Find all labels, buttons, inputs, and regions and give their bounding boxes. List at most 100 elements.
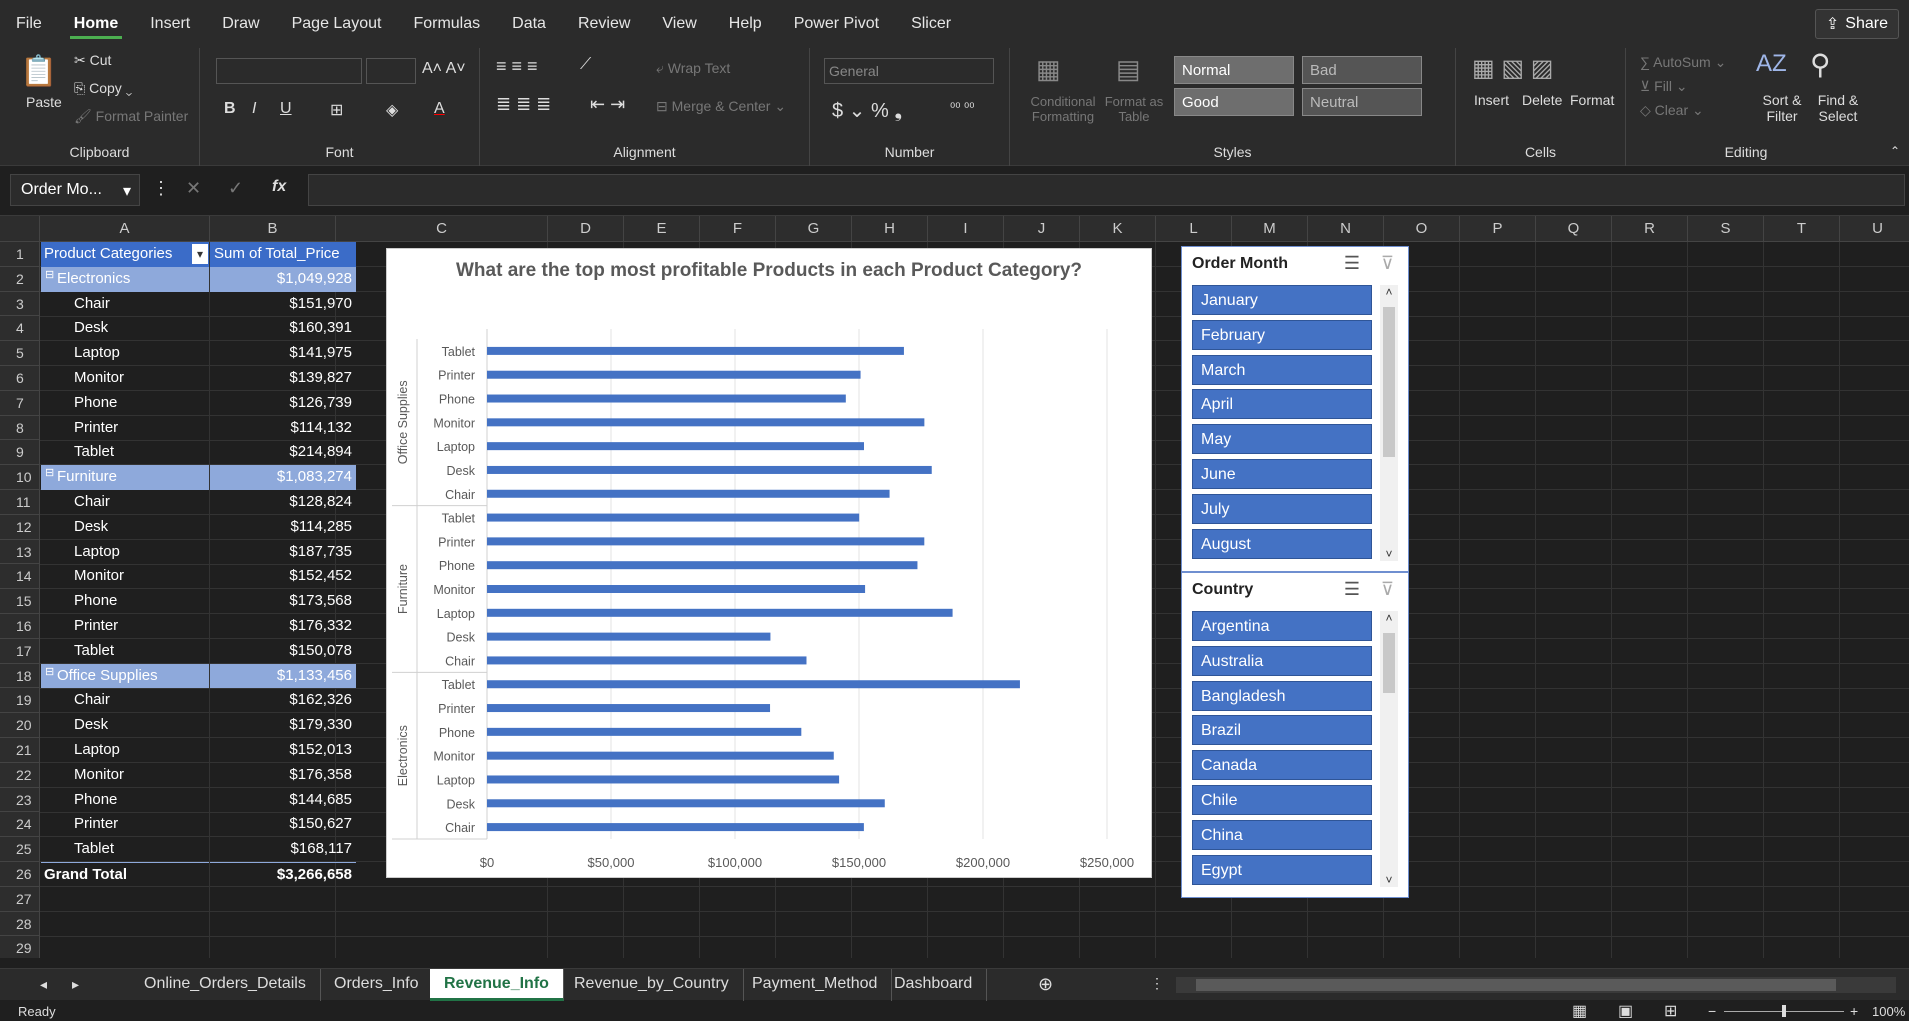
row-header[interactable]: 3 (0, 291, 40, 317)
column-header[interactable]: Q (1536, 216, 1612, 242)
pivot-item-value[interactable]: $150,078 (210, 639, 356, 664)
pivot-item-label[interactable]: Laptop (41, 540, 209, 565)
zoom-slider[interactable] (1724, 1005, 1844, 1017)
column-header[interactable]: O (1384, 216, 1460, 242)
bar-chart[interactable]: What are the top most profitable Product… (386, 248, 1152, 878)
pivot-item-value[interactable]: $168,117 (210, 837, 356, 862)
sheet-tab[interactable]: Payment_Method (738, 969, 893, 1001)
scroll-thumb[interactable] (1196, 979, 1836, 991)
row-header[interactable]: 9 (0, 440, 40, 466)
row-header[interactable]: 19 (0, 688, 40, 714)
style-bad[interactable]: Bad (1302, 56, 1422, 84)
slicer-scrollbar[interactable]: ˄ ˅ (1380, 611, 1398, 887)
pivot-header-categories[interactable]: Product Categories (41, 242, 209, 267)
row-header[interactable]: 2 (0, 266, 40, 292)
slicer-item[interactable]: April (1192, 389, 1372, 420)
row-header[interactable]: 15 (0, 589, 40, 614)
style-neutral[interactable]: Neutral (1302, 88, 1422, 116)
row-header[interactable]: 17 (0, 638, 40, 664)
row-header[interactable]: 5 (0, 341, 40, 366)
grand-total-value[interactable]: $3,266,658 (210, 862, 356, 887)
column-header[interactable]: F (700, 216, 776, 242)
sort-filter-button[interactable]: Sort & Filter (1754, 92, 1810, 124)
pivot-item-label[interactable]: Desk (41, 713, 209, 738)
column-header[interactable]: A (40, 216, 210, 242)
pivot-item-value[interactable]: $214,894 (210, 440, 356, 465)
column-header[interactable]: L (1156, 216, 1232, 242)
borders-icon[interactable]: ⊞ (330, 100, 343, 120)
column-header[interactable]: G (776, 216, 852, 242)
column-header[interactable]: E (624, 216, 700, 242)
pivot-item-label[interactable]: Tablet (41, 837, 209, 862)
pivot-category-total[interactable]: $1,133,456 (210, 663, 356, 689)
pivot-item-label[interactable]: Desk (41, 316, 209, 341)
pivot-item-value[interactable]: $162,326 (210, 688, 356, 713)
formula-input[interactable] (308, 174, 1905, 206)
clear-filter-icon[interactable]: ⊽ (1381, 253, 1394, 274)
pivot-category-total[interactable]: $1,049,928 (210, 266, 356, 292)
pivot-category[interactable]: Office Supplies (41, 663, 209, 689)
column-header[interactable]: B (210, 216, 336, 242)
share-button[interactable]: ⇪ Share (1814, 9, 1899, 39)
column-header[interactable]: H (852, 216, 928, 242)
menu-data[interactable]: Data (496, 0, 562, 48)
pivot-item-label[interactable]: Monitor (41, 763, 209, 788)
scroll-up-icon[interactable]: ˄ (1380, 611, 1398, 625)
row-header[interactable]: 13 (0, 539, 40, 565)
menu-help[interactable]: Help (713, 0, 778, 48)
zoom-in-icon[interactable]: + (1850, 1003, 1858, 1019)
row-header[interactable]: 25 (0, 837, 40, 862)
select-all-corner[interactable] (0, 216, 40, 242)
scroll-down-icon[interactable]: ˅ (1380, 873, 1398, 887)
pivot-item-label[interactable]: Desk (41, 515, 209, 540)
row-header[interactable]: 1 (0, 242, 40, 267)
pivot-item-label[interactable]: Laptop (41, 738, 209, 763)
column-header[interactable]: S (1688, 216, 1764, 242)
fill-color-icon[interactable]: ◈ (386, 100, 398, 120)
slicer-item[interactable]: Argentina (1192, 611, 1372, 641)
row-header[interactable]: 26 (0, 862, 40, 887)
country-slicer[interactable]: Country ☰ ⊽ Argentina Australia Bangladesh… (1181, 572, 1409, 898)
slicer-item[interactable]: March (1192, 354, 1372, 385)
slicer-item[interactable]: June (1192, 459, 1372, 489)
pivot-item-value[interactable]: $151,970 (210, 292, 356, 317)
pivot-item-label[interactable]: Printer (41, 812, 209, 837)
row-header[interactable]: 14 (0, 564, 40, 590)
copy-button[interactable]: ⎘ Copy ⌄ (74, 80, 132, 97)
pivot-item-label[interactable]: Chair (41, 292, 209, 317)
tabs-more-icon[interactable]: ⋮ (1150, 975, 1164, 992)
find-select-button[interactable]: Find & Select (1810, 92, 1866, 124)
font-size-select[interactable] (366, 58, 416, 84)
slicer-item[interactable]: Canada (1192, 750, 1372, 781)
scroll-thumb[interactable] (1383, 633, 1395, 693)
column-header[interactable]: J (1004, 216, 1080, 242)
fill-button[interactable]: ⊻ Fill ⌄ (1640, 78, 1688, 95)
scroll-thumb[interactable] (1383, 307, 1395, 457)
align-left-icon[interactable]: ≣ ≣ ≣ (496, 94, 551, 115)
pivot-item-label[interactable]: Printer (41, 614, 209, 639)
pivot-item-value[interactable]: $173,568 (210, 589, 356, 614)
font-color-icon[interactable]: A (434, 100, 445, 118)
sheet-tab[interactable]: Revenue_by_Country (560, 969, 744, 1001)
menu-power-pivot[interactable]: Power Pivot (778, 0, 895, 48)
row-header[interactable]: 18 (0, 663, 40, 689)
menu-page-layout[interactable]: Page Layout (276, 0, 398, 48)
sheet-tab[interactable]: Revenue_Info (430, 969, 564, 1001)
collapse-icon[interactable]: ⊟ (45, 268, 54, 281)
menu-home[interactable]: Home (58, 0, 134, 48)
collapse-icon[interactable]: ⊟ (45, 466, 54, 479)
enter-icon[interactable]: ✓ (228, 178, 243, 199)
row-header[interactable]: 27 (0, 886, 40, 912)
bold-button[interactable]: B (224, 100, 236, 118)
pivot-item-value[interactable]: $160,391 (210, 316, 356, 341)
multi-select-icon[interactable]: ☰ (1344, 253, 1360, 274)
clear-button[interactable]: ◇ Clear ⌄ (1640, 102, 1704, 119)
menu-file[interactable]: File (0, 0, 58, 48)
column-header[interactable]: T (1764, 216, 1840, 242)
merge-center-button[interactable]: ⊟ Merge & Center ⌄ (656, 98, 786, 115)
pivot-item-value[interactable]: $144,685 (210, 788, 356, 813)
pivot-item-value[interactable]: $152,452 (210, 564, 356, 589)
filter-dropdown-icon[interactable]: ▾ (192, 244, 208, 264)
wrap-text-button[interactable]: ⤶ Wrap Text (656, 60, 730, 77)
scroll-up-icon[interactable]: ˄ (1380, 285, 1398, 299)
